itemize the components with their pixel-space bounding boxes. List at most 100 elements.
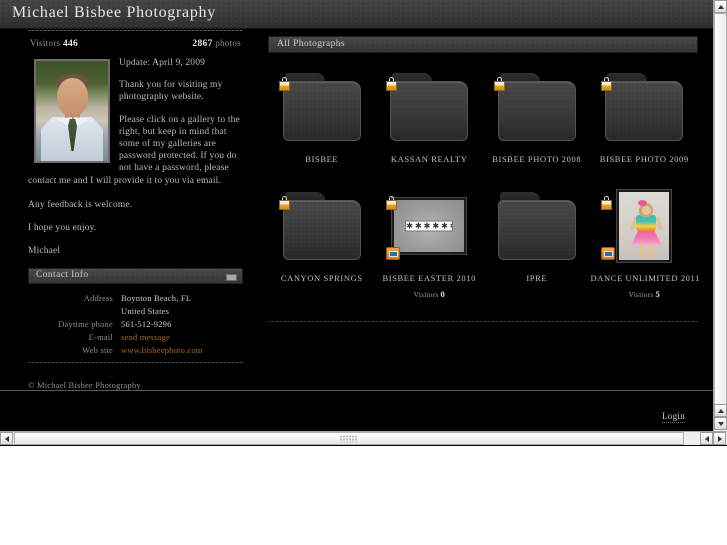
- contact-key: E-mail: [88, 331, 113, 342]
- gallery-item-label: IPRE: [526, 273, 548, 283]
- contact-value: Boynton Beach, FL: [121, 292, 192, 303]
- minimize-icon[interactable]: [226, 274, 237, 282]
- gallery-item-bisbee-easter-2010[interactable]: ✱✱✱✱✱✱ BISBEE EASTER 2010 Visitors 0: [376, 188, 484, 299]
- folder-icon: [390, 73, 469, 141]
- lock-icon: [601, 196, 613, 210]
- bio-area: Update: April 9, 2009 Thank you for visi…: [28, 57, 243, 187]
- gallery-thumbnail[interactable]: [601, 188, 687, 264]
- contact-key: Web site: [82, 344, 113, 355]
- gallery-item-ipre[interactable]: IPRE: [483, 188, 591, 299]
- contact-value: United States: [121, 305, 170, 316]
- sidebar: Visitors 446 2867 photos Update: April 9…: [28, 30, 243, 364]
- gallery-thumbnail[interactable]: [278, 69, 365, 145]
- gallery-thumbnail[interactable]: [601, 69, 687, 145]
- gallery-visitors-count: 5: [655, 289, 660, 299]
- scroll-up-button[interactable]: [714, 0, 727, 13]
- contact-key: Address: [83, 292, 113, 303]
- page-content: Visitors 446 2867 photos Update: April 9…: [0, 30, 713, 425]
- sidebar-bottom-divider: [28, 362, 243, 364]
- cart-icon: [386, 247, 401, 260]
- vertical-scrollbar[interactable]: [713, 0, 727, 431]
- bio-continued: Any feedback is welcome. I hope you enjo…: [28, 197, 243, 258]
- gallery-row: BISBEE KASSAN REALTY BISBEE PHOTO 2008 B…: [268, 69, 698, 164]
- folder-icon: [282, 192, 361, 260]
- lock-icon: [601, 77, 613, 91]
- scroll-up-button-secondary[interactable]: [714, 404, 727, 417]
- scroll-right-button[interactable]: [713, 432, 726, 445]
- folder-body: [497, 81, 576, 141]
- visitors-label: Visitors: [30, 38, 61, 48]
- gallery-thumbnail[interactable]: [493, 69, 580, 145]
- avatar: [34, 59, 110, 163]
- contact-value: send message: [121, 330, 243, 343]
- visitor-count-group: Visitors 446: [30, 38, 78, 49]
- horizontal-scrollbar[interactable]: [0, 431, 727, 445]
- contact-info-header[interactable]: Contact Info: [28, 268, 243, 285]
- table-row: E-mail send message: [28, 330, 243, 343]
- gallery-item-label: CANYON SPRINGS: [280, 273, 363, 283]
- table-row: Daytime phone 561-512-9296: [28, 317, 243, 330]
- scrollbar-grip-icon: [340, 435, 358, 442]
- gallery-item-bisbee-photo-2008[interactable]: BISBEE PHOTO 2008: [483, 69, 591, 164]
- lock-icon: [386, 77, 398, 91]
- scroll-down-button[interactable]: [714, 417, 727, 430]
- portrait-head: [57, 78, 88, 116]
- scroll-left-button[interactable]: [0, 432, 13, 445]
- lock-icon: [278, 196, 290, 210]
- folder-body: [605, 81, 684, 141]
- cart-icon: [601, 247, 616, 260]
- folder-body: [282, 81, 361, 141]
- gallery-bottom-divider: [268, 321, 698, 322]
- page-title: Michael Bisbee Photography: [12, 4, 216, 21]
- gallery-item-bisbee-photo-2009[interactable]: BISBEE PHOTO 2009: [591, 69, 699, 164]
- gallery-item-label: KASSAN REALTY: [390, 154, 468, 164]
- footer-bar: Login: [0, 390, 713, 433]
- gallery-title: All Photographs: [277, 39, 346, 49]
- visitor-stats-row: Visitors 446 2867 photos: [28, 36, 243, 51]
- password-thumbnail: ✱✱✱✱✱✱: [392, 198, 467, 254]
- photos-count: 2867: [192, 39, 213, 49]
- visitors-count: 446: [62, 39, 79, 49]
- lock-icon: [386, 196, 398, 210]
- contact-key: [28, 304, 121, 317]
- vertical-scrollbar-thumb[interactable]: [714, 13, 727, 408]
- gallery-item-bisbee[interactable]: BISBEE: [268, 69, 376, 164]
- website-link[interactable]: www.bisbeephoto.com: [121, 345, 203, 355]
- contact-info-table: Address Boynton Beach, FL United States …: [28, 291, 243, 356]
- gallery-item-canyon-springs[interactable]: CANYON SPRINGS: [268, 188, 376, 299]
- gallery-visitors-count: 0: [440, 289, 445, 299]
- gallery-thumbnail[interactable]: ✱✱✱✱✱✱: [386, 188, 472, 264]
- sidebar-top-divider: [28, 30, 243, 31]
- gallery-header: All Photographs: [268, 36, 698, 53]
- photo-count-group: 2867 photos: [192, 38, 241, 49]
- gallery-item-dance-unlimited-2011[interactable]: DANCE UNLIMITED 2011 Visitors 5: [591, 188, 699, 299]
- lock-icon: [493, 77, 505, 91]
- photo-thumbnail: [617, 190, 672, 262]
- gallery-thumbnail[interactable]: [494, 188, 580, 264]
- site-header: Michael Bisbee Photography: [0, 0, 713, 29]
- send-message-link[interactable]: send message: [121, 332, 170, 342]
- gallery-item-label: BISBEE EASTER 2010: [382, 273, 476, 283]
- gallery-item-visitors: Visitors 5: [591, 289, 699, 299]
- contact-key: Daytime phone: [58, 318, 113, 329]
- gallery-item-visitors: Visitors 0: [376, 289, 484, 299]
- gallery-item-label: BISBEE PHOTO 2009: [599, 154, 689, 164]
- login-link[interactable]: Login: [662, 411, 685, 423]
- scroll-left-button-secondary[interactable]: [700, 432, 713, 445]
- folder-body: [497, 200, 576, 260]
- gallery-row: CANYON SPRINGS ✱✱✱✱✱✱ BISBEE EASTER 2010…: [268, 188, 699, 299]
- gallery-item-kassan-realty[interactable]: KASSAN REALTY: [376, 69, 484, 164]
- copyright-text: © Michael Bisbee Photography: [28, 380, 141, 390]
- lock-icon: [278, 77, 290, 91]
- gallery-thumbnail[interactable]: [278, 188, 365, 264]
- gallery-visitors-label: Visitors: [413, 290, 439, 299]
- gallery-item-label: DANCE UNLIMITED 2011: [590, 273, 700, 283]
- folder-icon: [497, 73, 576, 141]
- folder-body: [390, 81, 469, 141]
- horizontal-scrollbar-thumb[interactable]: [14, 432, 684, 445]
- table-row: Web site www.bisbeephoto.com: [28, 343, 243, 356]
- contact-info-title: Contact Info: [36, 270, 89, 281]
- gallery-thumbnail[interactable]: [386, 69, 472, 145]
- photo-thumbnail-image: [619, 192, 670, 260]
- gallery-panel: All Photographs BISBEE KASSAN REALTY BIS…: [268, 36, 699, 322]
